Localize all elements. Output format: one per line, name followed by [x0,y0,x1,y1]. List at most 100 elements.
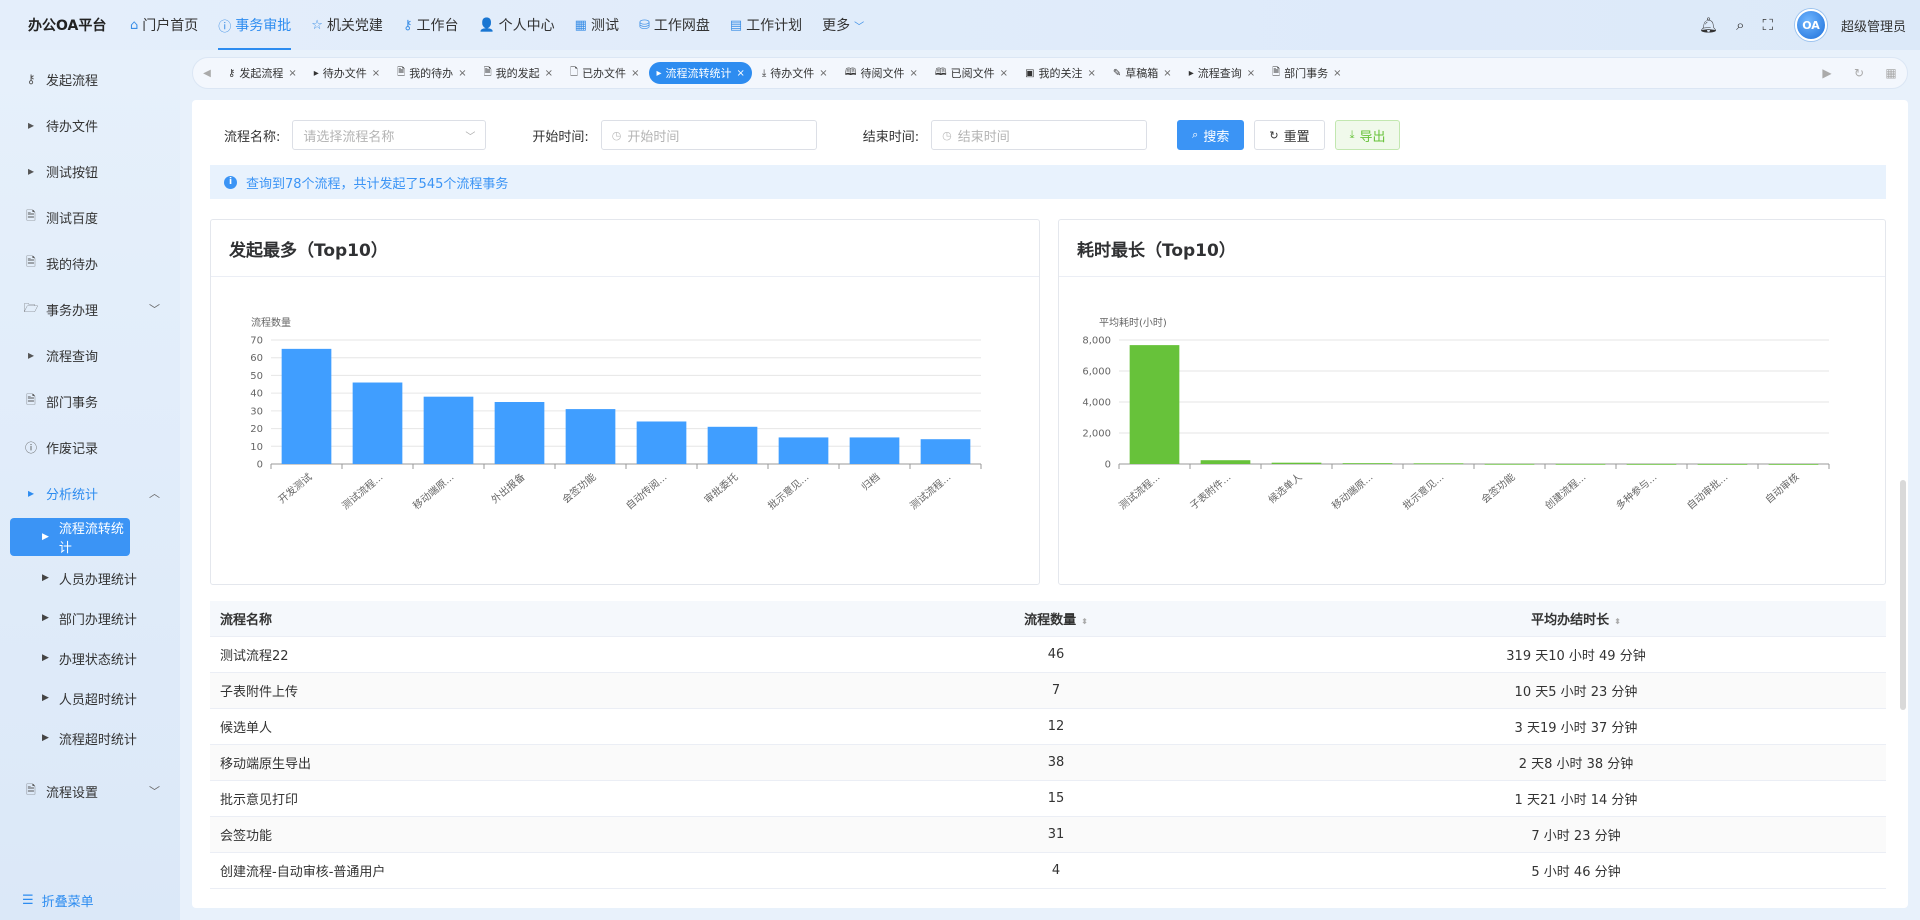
close-icon[interactable]: × [1163,68,1171,79]
start-time-input[interactable]: ◷ 开始时间 [600,120,817,150]
tab-3[interactable]: 🗎 我的发起 × [477,62,560,84]
tab-0[interactable]: ⚷ 发起流程 × [221,62,304,84]
sidebar-item-6[interactable]: ▸ 流程查询 [0,332,180,378]
end-time-input[interactable]: ◷ 结束时间 [931,120,1148,150]
topnav-item-5[interactable]: ▦ 测试 [565,0,629,50]
topnav-item-6[interactable]: ⛁ 工作网盘 [629,0,720,50]
topnav-item-0[interactable]: ⌂ 门户首页 [120,0,208,50]
tab-1[interactable]: ▸ 待办文件 × [307,62,387,84]
close-icon[interactable]: × [1088,68,1096,79]
tabs-scroll-left-icon[interactable]: ◀ [193,68,221,79]
sidebar-subitem-1[interactable]: ▶ 人员办理统计 [0,558,180,598]
tabs-scroll-right-icon[interactable]: ▶ [1811,66,1843,80]
scrollbar[interactable] [1900,480,1906,710]
sidebar-item-2[interactable]: ▸ 测试按钮 [0,148,180,194]
bar[interactable] [1626,463,1677,465]
tab-6[interactable]: ⤓ 待办文件 × [755,62,835,84]
tab-9[interactable]: ▣ 我的关注 × [1018,62,1103,84]
tab-11[interactable]: ▸ 流程查询 × [1182,62,1262,84]
user-name[interactable]: 超级管理员 [1841,16,1906,35]
refresh-icon[interactable]: ↻ [1843,66,1875,80]
fullscreen-icon[interactable]: ⛶ [1762,16,1773,34]
table-row[interactable]: 会签功能 31 7 小时 23 分钟 [210,817,1886,853]
table-row[interactable]: 候选单人 12 3 天19 小时 37 分钟 [210,709,1886,745]
close-icon[interactable]: × [1247,68,1255,79]
export-button[interactable]: ⤓ 导出 [1334,120,1401,150]
avatar[interactable]: OA [1794,9,1827,41]
topnav-more[interactable]: 更多 ﹀ [812,0,874,50]
close-icon[interactable]: × [1000,68,1008,79]
bar[interactable] [1555,463,1606,465]
search-icon[interactable]: ⌕ [1736,16,1744,34]
close-icon[interactable]: × [545,68,553,79]
bar[interactable] [352,382,403,464]
bar[interactable] [565,409,616,464]
table-row[interactable]: 子表附件上传 7 10 天5 小时 23 分钟 [210,673,1886,709]
close-icon[interactable]: × [736,68,744,79]
tab-10[interactable]: ✎ 草稿箱 × [1106,62,1179,84]
sort-icon[interactable]: ⬍ [1614,617,1621,626]
close-icon[interactable]: × [909,68,917,79]
close-icon[interactable]: × [631,68,639,79]
bar[interactable] [1129,345,1180,464]
tab-12[interactable]: 🗎 部门事务 × [1265,62,1348,84]
tab-2[interactable]: 🗎 我的待办 × [390,62,473,84]
sort-icon[interactable]: ⬍ [1081,617,1088,626]
topnav-item-4[interactable]: 👤 个人中心 [468,0,564,50]
bar[interactable] [1697,463,1748,465]
bar[interactable] [281,348,332,464]
sidebar-item-process-settings[interactable]: 🗎 流程设置 ﹀ [0,768,180,814]
close-icon[interactable]: × [819,68,827,79]
bar[interactable] [707,426,758,464]
topnav-item-3[interactable]: ⚷ 工作台 [393,0,469,50]
close-icon[interactable]: × [1333,68,1341,79]
topnav-item-7[interactable]: ▤ 工作计划 [720,0,812,50]
bell-icon[interactable]: 🔔︎ [1699,16,1718,34]
sidebar-subitem-2[interactable]: ▶ 部门办理统计 [0,598,180,638]
sidebar-item-7[interactable]: 🗎 部门事务 [0,378,180,424]
bar[interactable] [1413,463,1464,465]
tab-5[interactable]: ▸ 流程流转统计 × [649,62,752,84]
sidebar-subitem-5[interactable]: ▶ 流程超时统计 [0,718,180,758]
topnav-item-1[interactable]: ⓘ 事务审批 [208,0,301,50]
sidebar-item-5[interactable]: 🗁 事务办理 ﹀ [0,286,180,332]
search-button[interactable]: ⌕ 搜索 [1177,120,1245,150]
bar[interactable] [849,437,900,464]
sidebar-subitem-4[interactable]: ▶ 人员超时统计 [0,678,180,718]
close-icon[interactable]: × [458,68,466,79]
tab-7[interactable]: 🕮 待阅文件 × [838,62,925,84]
table-row[interactable]: 创建流程-自动审核-普通用户 4 5 小时 46 分钟 [210,853,1886,889]
process-name-select[interactable]: 请选择流程名称 ﹀ [292,120,487,150]
bar[interactable] [1271,462,1322,464]
close-icon[interactable]: × [288,68,296,79]
bar[interactable] [920,439,971,464]
sidebar-item-4[interactable]: 🗎 我的待办 [0,240,180,286]
tab-menu-icon[interactable]: ▦ [1875,66,1907,80]
sidebar-item-9[interactable]: ▸ 分析统计 ︿ [0,470,180,516]
topnav-item-2[interactable]: ☆ 机关党建 [301,0,393,50]
collapse-menu-button[interactable]: ☰ 折叠菜单 [22,891,94,910]
bar[interactable] [1484,463,1535,465]
reset-button[interactable]: ↻ 重置 [1254,120,1325,150]
sidebar-subitem-0[interactable]: ▶ 流程流转统计 [10,518,130,556]
bar[interactable] [494,402,545,464]
table-row[interactable]: 批示意见打印 15 1 天21 小时 14 分钟 [210,781,1886,817]
tab-8[interactable]: 🕮 已阅文件 × [928,62,1015,84]
sidebar-item-1[interactable]: ▸ 待办文件 [0,102,180,148]
bar[interactable] [636,421,687,464]
bar[interactable] [1342,463,1393,464]
tab-4[interactable]: 🗋 已办文件 × [563,62,646,84]
bar[interactable] [778,437,829,464]
table-row[interactable]: 移动端原生导出 38 2 天8 小时 38 分钟 [210,745,1886,781]
table-row[interactable]: 测试流程22 46 319 天10 小时 49 分钟 [210,637,1886,673]
table-header-cell[interactable]: 平均办结时长 ⬍ [1266,609,1886,628]
close-icon[interactable]: × [372,68,380,79]
bar[interactable] [423,396,474,464]
sidebar-item-8[interactable]: ⓘ 作废记录 [0,424,180,470]
bar[interactable] [1768,463,1819,465]
table-header-cell[interactable]: 流程数量 ⬍ [846,609,1266,628]
sidebar-item-3[interactable]: 🗎 测试百度 [0,194,180,240]
bar[interactable] [1200,460,1251,464]
sidebar-subitem-3[interactable]: ▶ 办理状态统计 [0,638,180,678]
sidebar-item-0[interactable]: ⚷ 发起流程 [0,56,180,102]
